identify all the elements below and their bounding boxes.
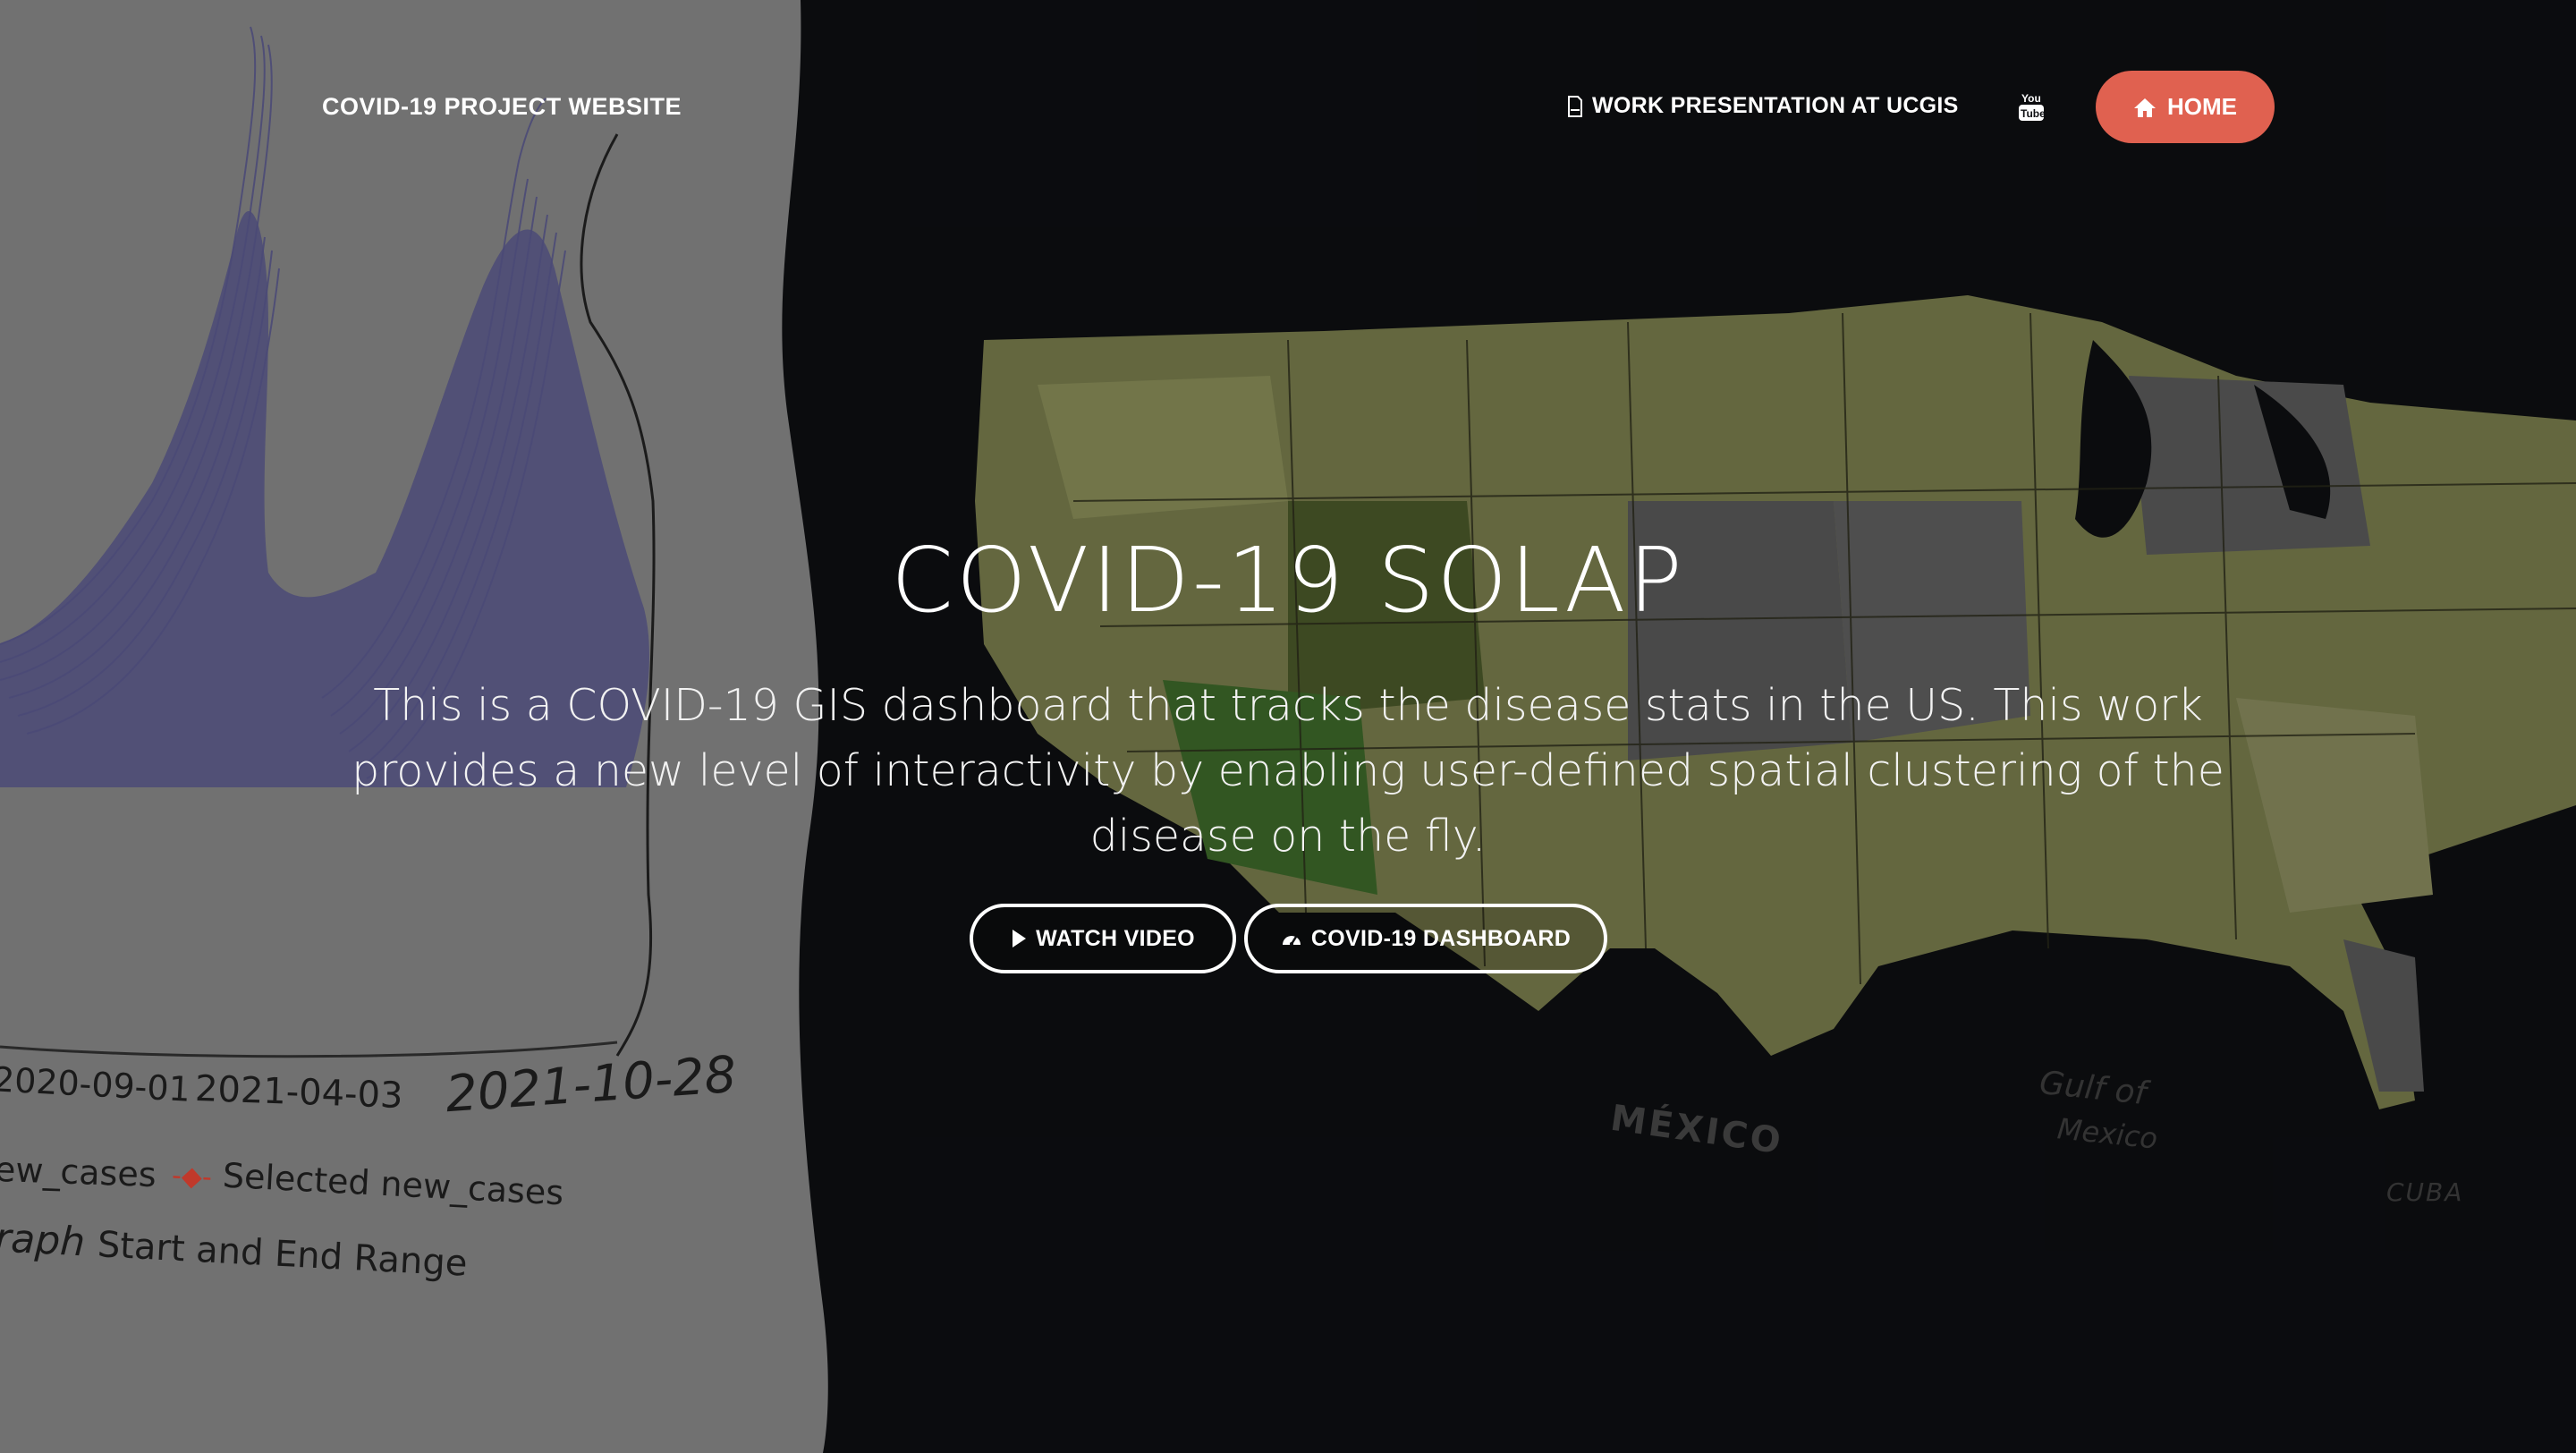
map-label-cuba: CUBA	[2386, 1177, 2464, 1207]
svg-text:Tube: Tube	[2021, 107, 2045, 120]
home-label: HOME	[2167, 93, 2237, 120]
youtube-icon[interactable]: You Tube	[2018, 91, 2045, 122]
watch-video-button[interactable]: WATCH VIDEO	[970, 904, 1236, 973]
covid-dashboard-button[interactable]: COVID-19 DASHBOARD	[1244, 904, 1607, 973]
range-label-a: raph	[0, 1215, 87, 1266]
work-presentation-link[interactable]: WORK PRESENTATION AT UCGIS	[1567, 93, 1959, 119]
hero-title: COVID-19 SOLAP	[891, 528, 1685, 633]
svg-text:You: You	[2021, 92, 2041, 105]
chart-legend-series: ew_cases	[0, 1149, 157, 1195]
home-button[interactable]: HOME	[2096, 71, 2275, 143]
chart-tick-2: 2021-04-03	[194, 1067, 404, 1117]
home-icon	[2134, 98, 2156, 117]
play-icon	[1013, 930, 1027, 947]
legend-marker-icon: -◆-	[171, 1160, 213, 1194]
document-icon	[1568, 95, 1582, 117]
hero-description: This is a COVID-19 GIS dashboard that tr…	[352, 680, 2224, 862]
dashboard-icon	[1282, 936, 1301, 946]
watch-video-label: WATCH VIDEO	[1036, 925, 1195, 951]
work-presentation-label: WORK PRESENTATION AT UCGIS	[1592, 93, 1959, 118]
covid-dashboard-label: COVID-19 DASHBOARD	[1310, 925, 1572, 951]
brand-link[interactable]: COVID-19 PROJECT WEBSITE	[322, 93, 682, 121]
